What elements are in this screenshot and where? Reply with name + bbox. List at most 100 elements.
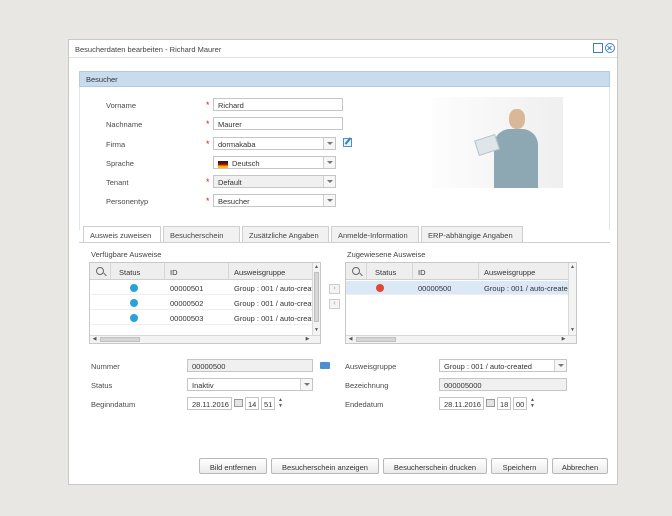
column-separator (228, 263, 229, 280)
remove-photo-button[interactable]: Bild entfernen (199, 458, 267, 474)
calendar-icon[interactable] (234, 399, 243, 407)
nummer-label: Nummer (91, 362, 120, 371)
scroll-left-icon[interactable]: ◀ (347, 336, 354, 343)
unassign-badge-button[interactable]: ‹ (329, 299, 340, 309)
cancel-button[interactable]: Abbrechen (552, 458, 608, 474)
tab-anmelde-information[interactable]: Anmelde-Information (331, 226, 419, 242)
scroll-thumb[interactable] (356, 337, 396, 342)
visitor-photo[interactable] (432, 97, 563, 188)
endedatum-date-field[interactable]: 28.11.2016 (439, 397, 484, 410)
table-row[interactable]: 00000501 Group : 001 / auto-created (90, 281, 314, 295)
search-icon[interactable] (352, 267, 360, 275)
column-header-id[interactable]: ID (170, 268, 178, 277)
ende-hour-field[interactable]: 18 (497, 397, 511, 410)
badge-group: Group : 001 / auto-created (234, 299, 312, 308)
scroll-down-icon[interactable]: ▼ (313, 327, 320, 334)
vertical-scrollbar[interactable]: ▲ ▼ (568, 263, 576, 336)
tab-panel-border (79, 242, 610, 243)
column-header-status[interactable]: Status (375, 268, 396, 277)
print-visitor-pass-button[interactable]: Besucherschein drucken (383, 458, 487, 474)
tenant-value: Default (218, 178, 242, 187)
scroll-up-icon[interactable]: ▲ (569, 264, 576, 271)
column-separator (164, 263, 165, 280)
tab-besucherschein[interactable]: Besucherschein (163, 226, 240, 242)
tab-ausweis-zuweisen[interactable]: Ausweis zuweisen (83, 226, 161, 243)
horizontal-scrollbar[interactable]: ◀ ▶ (90, 335, 320, 343)
status-indicator-icon (130, 284, 138, 292)
calendar-icon[interactable] (486, 399, 495, 407)
column-separator (366, 263, 367, 280)
save-button[interactable]: Speichern (491, 458, 548, 474)
scroll-right-icon[interactable]: ▶ (560, 336, 567, 343)
required-marker: * (206, 139, 210, 149)
scroll-down-icon[interactable]: ▼ (569, 327, 576, 334)
badge-id: 00000500 (418, 284, 452, 293)
chevron-down-icon[interactable] (554, 360, 566, 371)
restore-icon[interactable] (593, 43, 603, 53)
scroll-left-icon[interactable]: ◀ (91, 336, 98, 343)
column-header-ausweisgruppe[interactable]: Ausweisgruppe (484, 268, 535, 277)
available-badges-grid: Status ID Ausweisgruppe 00000501 Group :… (89, 262, 321, 344)
scroll-right-icon[interactable]: ▶ (304, 336, 311, 343)
close-icon[interactable] (605, 43, 615, 53)
table-row[interactable]: 00000500 Group : 001 / auto-created (346, 281, 570, 295)
scroll-up-icon[interactable]: ▲ (313, 264, 320, 271)
horizontal-scrollbar[interactable]: ◀ ▶ (346, 335, 576, 343)
bezeichnung-label: Bezeichnung (345, 381, 389, 390)
chevron-down-icon[interactable] (323, 157, 335, 168)
search-icon[interactable] (96, 267, 104, 275)
firma-select[interactable]: dormakaba (213, 137, 336, 150)
column-separator (412, 263, 413, 280)
available-badges-title: Verfügbare Ausweise (91, 250, 162, 259)
vorname-field[interactable]: Richard (213, 98, 343, 111)
tab-erp-angaben[interactable]: ERP-abhängige Angaben (421, 226, 523, 242)
personentyp-label: Personentyp (106, 197, 149, 206)
scroll-thumb[interactable] (100, 337, 140, 342)
time-spinner-icon[interactable]: ▲ ▼ (529, 397, 536, 409)
edit-icon[interactable] (343, 138, 352, 147)
tab-zusaetzliche-angaben[interactable]: Zusätzliche Angaben (242, 226, 329, 242)
photo-person-body (494, 129, 538, 188)
beginn-minute-field[interactable]: 51 (261, 397, 275, 410)
table-row[interactable]: 00000503 Group : 001 / auto-created (90, 311, 314, 325)
column-separator (110, 263, 111, 280)
nachname-field[interactable]: Maurer (213, 117, 343, 130)
chevron-down-icon[interactable] (323, 176, 335, 187)
sprache-label: Sprache (106, 159, 134, 168)
tenant-select[interactable]: Default (213, 175, 336, 188)
chevron-down-icon[interactable] (300, 379, 312, 390)
firma-value: dormakaba (218, 140, 256, 149)
required-marker: * (206, 100, 210, 110)
grid-header: Status ID Ausweisgruppe (90, 263, 314, 280)
time-spinner-icon[interactable]: ▲ ▼ (277, 397, 284, 409)
personentyp-value: Besucher (218, 197, 250, 206)
column-header-id[interactable]: ID (418, 268, 426, 277)
bezeichnung-field[interactable]: 000005000 (439, 378, 567, 391)
beginndatum-date-field[interactable]: 28.11.2016 (187, 397, 232, 410)
ausweisgruppe-select[interactable]: Group : 001 / auto-created (439, 359, 567, 372)
show-visitor-pass-button[interactable]: Besucherschein anzeigen (271, 458, 379, 474)
required-marker: * (206, 177, 210, 187)
column-header-status[interactable]: Status (119, 268, 140, 277)
nummer-field[interactable]: 00000500 (187, 359, 313, 372)
required-marker: * (206, 119, 210, 129)
ausweisgruppe-value: Group : 001 / auto-created (444, 362, 532, 371)
table-row[interactable]: 00000502 Group : 001 / auto-created (90, 296, 314, 310)
personentyp-select[interactable]: Besucher (213, 194, 336, 207)
column-header-ausweisgruppe[interactable]: Ausweisgruppe (234, 268, 285, 277)
beginn-hour-field[interactable]: 14 (245, 397, 259, 410)
assign-badge-button[interactable]: › (329, 284, 340, 294)
status-select[interactable]: Inaktiv (187, 378, 313, 391)
chevron-down-icon[interactable] (323, 138, 335, 149)
sprache-select[interactable]: Deutsch (213, 156, 336, 169)
scroll-thumb[interactable] (314, 272, 319, 322)
photo-person-head (509, 109, 525, 129)
vertical-scrollbar[interactable]: ▲ ▼ (312, 263, 320, 336)
badge-group: Group : 001 / auto-created (484, 284, 570, 293)
ende-minute-field[interactable]: 00 (513, 397, 527, 410)
firma-label: Firma (106, 140, 126, 149)
id-card-icon[interactable] (320, 362, 330, 369)
chevron-down-icon[interactable] (323, 195, 335, 206)
grid-header: Status ID Ausweisgruppe (346, 263, 570, 280)
beginndatum-label: Beginndatum (91, 400, 136, 409)
